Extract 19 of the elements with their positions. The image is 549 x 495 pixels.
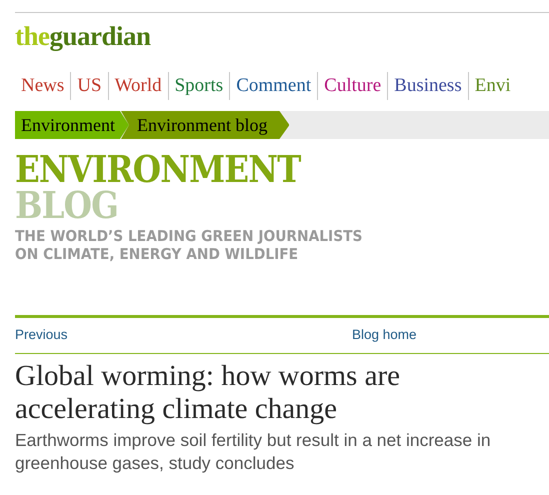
article-headline: Global worming: how worms are accelerating climate change <box>15 360 401 426</box>
nav-link[interactable]: News <box>21 72 64 100</box>
previous-link[interactable]: Previous <box>15 325 352 346</box>
breadcrumb-link[interactable]: Environment blog <box>120 111 290 139</box>
nav-link[interactable]: US <box>77 72 102 100</box>
banner-subtitle: BLOG <box>15 187 120 223</box>
banner-tagline: ON CLIMATE, ENERGY AND WILDLIFE <box>15 245 298 263</box>
nav-link[interactable]: Envi <box>474 72 511 100</box>
nav-link[interactable]: Sports <box>174 72 224 100</box>
breadcrumb-link[interactable]: Environment <box>15 111 129 139</box>
nav-link[interactable]: Culture <box>324 72 382 100</box>
nav-link[interactable]: World <box>114 72 162 100</box>
nav-link[interactable]: Business <box>394 72 462 100</box>
nav-link[interactable]: Comment <box>236 72 312 100</box>
banner-title: ENVIRONMENT <box>15 151 302 187</box>
guardian-logo[interactable]: theguardian <box>15 21 151 51</box>
banner-tagline: THE WORLD’S LEADING GREEN JOURNALISTS <box>15 227 362 245</box>
blog-home-link[interactable]: Blog home <box>352 325 417 346</box>
article-standfirst: Earthworms improve soil fertility but result in a net increase in greenhouse gases, study concludes <box>15 429 492 476</box>
